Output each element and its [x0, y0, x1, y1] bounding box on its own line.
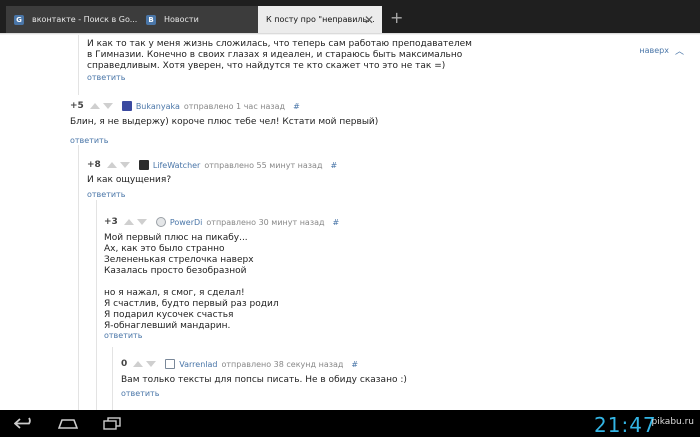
comment-text: И как ощущения? — [87, 175, 172, 185]
thread-line — [96, 200, 97, 410]
comment-rating: +5 — [70, 101, 84, 111]
upvote-arrow-icon[interactable] — [133, 361, 144, 367]
comment-rating: +8 — [87, 160, 101, 170]
page-content: наверх ︿ И как то так у меня жизнь сложи… — [0, 35, 700, 410]
comment-text: И как то так у меня жизнь сложилась, что… — [87, 39, 472, 71]
comment-time: отправлено 55 минут назад — [204, 160, 323, 170]
reply-link[interactable]: ответить — [70, 136, 108, 145]
comment-permalink[interactable]: # — [293, 102, 300, 111]
reply-link[interactable]: ответить — [87, 190, 125, 199]
watermark-text: pikabu.ru — [651, 417, 694, 427]
close-icon[interactable]: ✕ — [364, 13, 374, 27]
comment-text: Вам только тексты для попсы писать. Не в… — [121, 375, 407, 385]
system-clock: 21:47 — [594, 413, 657, 437]
comment-permalink[interactable]: # — [331, 161, 338, 170]
thread-line — [78, 35, 79, 95]
chevron-up-icon: ︿ — [674, 47, 684, 57]
recent-apps-icon[interactable] — [102, 417, 122, 430]
thread-line — [78, 145, 79, 410]
naverh-label: наверх — [639, 46, 669, 55]
comment-author[interactable]: LifeWatcher — [153, 161, 201, 170]
tab-label: К посту про "неправиль... — [266, 15, 375, 24]
avatar — [165, 359, 176, 369]
comment-time: отправлено 38 секунд назад — [221, 359, 344, 369]
thread-line — [112, 347, 113, 410]
comment-time: отправлено 1 час назад — [183, 101, 286, 111]
upvote-arrow-icon[interactable] — [89, 103, 100, 109]
google-favicon-icon: G — [14, 14, 24, 25]
avatar — [121, 101, 132, 111]
reply-link[interactable]: ответить — [121, 389, 159, 398]
reply-link[interactable]: ответить — [87, 73, 125, 82]
avatar — [155, 217, 166, 227]
vk-favicon-icon: B — [146, 14, 156, 25]
home-icon[interactable] — [58, 417, 78, 430]
comment-permalink[interactable]: # — [351, 360, 358, 369]
comment-text: Мой первый плюс на пикабу... Ах, как это… — [104, 233, 279, 331]
comment-meta: 0 Varrenlad отправлено 38 секунд назад # — [121, 358, 358, 370]
new-tab-plus-icon[interactable]: + — [390, 10, 403, 26]
tab-post-active[interactable]: К посту про "неправиль... ✕ — [258, 6, 382, 33]
upvote-arrow-icon[interactable] — [123, 219, 134, 225]
tab-label: Новости — [164, 15, 199, 24]
system-navigation-bar: 21:47 pikabu.ru — [0, 410, 700, 437]
comment-author[interactable]: PowerDi — [170, 218, 203, 227]
comment-text: Блин, я не выдержу) короче плюс тебе чел… — [70, 117, 379, 127]
comment-permalink[interactable]: # — [333, 218, 340, 227]
downvote-arrow-icon[interactable] — [146, 361, 157, 367]
tab-google-search[interactable]: G вконтакте - Поиск в Go... — [6, 6, 156, 33]
downvote-arrow-icon[interactable] — [102, 103, 113, 109]
comment-time: отправлено 30 минут назад — [206, 217, 325, 227]
tab-news[interactable]: B Новости — [138, 6, 260, 33]
back-icon[interactable] — [14, 417, 36, 430]
downvote-arrow-icon[interactable] — [136, 219, 147, 225]
downvote-arrow-icon[interactable] — [119, 162, 130, 168]
scroll-to-top-link[interactable]: наверх ︿ — [639, 44, 684, 57]
comment-rating: 0 — [121, 359, 128, 369]
reply-link[interactable]: ответить — [104, 331, 142, 340]
avatar — [138, 160, 149, 170]
upvote-arrow-icon[interactable] — [106, 162, 117, 168]
comment-meta: +3 PowerDi отправлено 30 минут назад # — [104, 216, 339, 228]
tab-label: вконтакте - Поиск в Go... — [32, 15, 138, 24]
comment-author[interactable]: Bukanyaka — [136, 102, 180, 111]
comment-meta: +5 Bukanyaka отправлено 1 час назад # — [70, 100, 300, 112]
browser-tab-bar: G вконтакте - Поиск в Go... B Новости К … — [0, 0, 700, 33]
comment-meta: +8 LifeWatcher отправлено 55 минут назад… — [87, 159, 337, 171]
comment-rating: +3 — [104, 217, 118, 227]
comment-author[interactable]: Varrenlad — [179, 360, 217, 369]
